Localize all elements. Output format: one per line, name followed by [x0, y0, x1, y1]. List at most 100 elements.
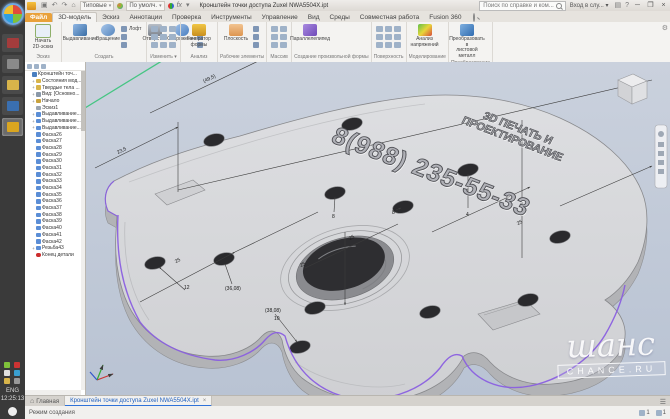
ribbon-button-Выдавливание[interactable]: Выдавливание — [64, 23, 96, 44]
ribbon-small-button[interactable] — [169, 42, 176, 48]
ribbon-group-label[interactable]: Изменить ▾ — [149, 54, 178, 62]
browser-item-Резьба43[interactable]: +Резьба43 — [25, 245, 81, 252]
user-icon[interactable] — [8, 407, 17, 416]
ribbon-small-button[interactable] — [376, 34, 383, 40]
ribbon-group-label[interactable]: Поверхность — [374, 54, 404, 62]
cart-icon[interactable]: ▤ — [614, 1, 621, 10]
ribbon-small-button[interactable] — [121, 33, 141, 41]
browser-item-Фаска34[interactable]: Фаска34 — [25, 185, 81, 192]
browser-filter-icon[interactable] — [34, 64, 39, 69]
taskbar-app-inventor[interactable] — [2, 118, 23, 136]
tray-icon[interactable] — [4, 362, 10, 368]
ribbon-button-Генератор[interactable]: Генератор формы — [183, 23, 215, 49]
browser-item-Фаска28[interactable]: Фаска28 — [25, 145, 81, 152]
browser-item-Вид-Основно-[interactable]: +Вид: [Основно... — [25, 91, 81, 98]
inventor-logo-icon[interactable] — [27, 2, 36, 10]
undo-icon[interactable]: ↶ — [52, 1, 58, 10]
ribbon-group-label[interactable]: Рабочие элементы — [220, 54, 264, 62]
browser-vertical-scrollbar[interactable] — [81, 71, 85, 390]
color-swatch-icon[interactable] — [168, 3, 174, 9]
taskbar-app-red[interactable] — [2, 34, 23, 52]
tray-icon[interactable] — [4, 370, 10, 376]
help-icon[interactable]: ? — [625, 1, 629, 10]
browser-item-Состояния-мод-[interactable]: +Состояния мод... — [25, 78, 81, 85]
ribbon-group-label[interactable]: Создать — [64, 54, 144, 62]
ribbon-small-button[interactable] — [394, 34, 401, 40]
ribbon-button-Параллелепипед[interactable]: Параллелепипед — [294, 23, 326, 44]
close-button[interactable]: × — [657, 1, 670, 10]
language-indicator[interactable]: ENG — [6, 387, 19, 395]
browser-item-Кронштейн-точ-[interactable]: Кронштейн точ... — [25, 71, 81, 78]
browser-item-Фаска29[interactable]: Фаска29 — [25, 151, 81, 158]
browser-item-Твердые-тела-[interactable]: +Твердые тела ... — [25, 84, 81, 91]
ribbon-small-button[interactable] — [121, 41, 141, 49]
ribbon-small-button[interactable] — [253, 25, 261, 33]
browser-item-Фаска27[interactable]: Фаска27 — [25, 138, 81, 145]
ribbon-small-button[interactable] — [253, 41, 261, 49]
ribbon-small-button[interactable] — [169, 34, 176, 40]
ribbon-tab-Эскиз[interactable]: Эскиз — [97, 13, 124, 22]
appearance-icon[interactable] — [117, 3, 123, 9]
browser-item-Фаска36[interactable]: Фаска36 — [25, 198, 81, 205]
browser-item-Фаска38[interactable]: Фаска38 — [25, 211, 81, 218]
ribbon-button-Преобразовать в[interactable]: Преобразовать в листовой металл — [451, 23, 483, 60]
ribbon-tab-Файл[interactable]: Файл — [25, 13, 52, 22]
browser-item-Конец-детали[interactable]: Конец детали — [25, 252, 81, 259]
browser-item-Фаска39[interactable]: Фаска39 — [25, 218, 81, 225]
ribbon-group-label[interactable]: Анализ — [183, 54, 215, 62]
ribbon-small-button[interactable] — [151, 34, 158, 40]
tray-icon[interactable] — [14, 362, 20, 368]
help-search-box[interactable]: Поиск по справке и ком... — [479, 1, 566, 11]
browser-item-Фаска30[interactable]: Фаска30 — [25, 158, 81, 165]
ribbon-group-label[interactable]: Массив — [269, 54, 289, 62]
ribbon-tab-Среды[interactable]: Среды — [325, 13, 355, 22]
ribbon-small-button[interactable] — [394, 26, 401, 32]
browser-horizontal-scrollbar[interactable] — [25, 390, 81, 395]
viewport-3d[interactable]: 3D ПЕЧАТЬ И ПРОЕКТИРОВАНИЕ 8(988) 235-55… — [85, 62, 670, 395]
close-tab-icon[interactable]: × — [203, 398, 207, 404]
ribbon-small-button-Лофт[interactable]: Лофт — [121, 25, 141, 33]
style-dropdown[interactable]: Типовые ▾ — [80, 1, 115, 11]
ribbon-small-button[interactable] — [253, 33, 261, 41]
browser-menu-icon[interactable] — [27, 64, 32, 69]
ribbon-tab-Инструменты[interactable]: Инструменты — [206, 13, 257, 22]
navigation-bar[interactable] — [655, 125, 667, 188]
ribbon-small-button[interactable] — [271, 42, 278, 48]
ribbon-small-button[interactable] — [271, 34, 278, 40]
qat-more-icon[interactable]: ▾ — [186, 1, 190, 10]
ribbon-small-button[interactable] — [169, 26, 176, 32]
tray-icon[interactable] — [14, 370, 20, 376]
gear-icon[interactable]: ⚙ — [662, 24, 668, 32]
ribbon-search-icon[interactable] — [466, 13, 480, 22]
tray-icon[interactable] — [4, 378, 10, 384]
save-icon[interactable]: ▣ — [41, 1, 48, 10]
taskbar-app-folder[interactable] — [2, 76, 23, 94]
taskbar-app-gray[interactable] — [2, 55, 23, 73]
ribbon-small-button[interactable] — [385, 42, 392, 48]
parameters-fx-icon[interactable]: fx — [177, 1, 182, 10]
browser-item-Фаска35[interactable]: Фаска35 — [25, 191, 81, 198]
ribbon-small-button[interactable] — [376, 42, 383, 48]
ribbon-group-label[interactable]: Создание произвольной формы — [294, 54, 369, 62]
browser-item-Выдавливание-[interactable]: +Выдавливание... — [25, 111, 81, 118]
ribbon-tab-Управление[interactable]: Управление — [257, 13, 303, 22]
ribbon-tab-Совместная работа[interactable]: Совместная работа — [355, 13, 424, 22]
redo-icon[interactable]: ↷ — [62, 1, 68, 10]
ribbon-tab-Вид[interactable]: Вид — [303, 13, 325, 22]
browser-search-icon[interactable] — [41, 64, 46, 69]
clock[interactable]: 12:25:13 — [1, 395, 24, 403]
browser-item-Фаска42[interactable]: Фаска42 — [25, 238, 81, 245]
sign-in-link[interactable]: Вход в слу... ▾ — [570, 2, 609, 9]
browser-item-Выдавливание-[interactable]: +Выдавливание... — [25, 118, 81, 125]
ribbon-button-Вращение[interactable]: Вращение — [96, 23, 120, 44]
minimize-button[interactable]: ─ — [631, 1, 644, 10]
ribbon-small-button[interactable] — [394, 42, 401, 48]
browser-item-Фаска32[interactable]: Фаска32 — [25, 171, 81, 178]
ribbon-button-Начать[interactable]: Начать 2D-эскиз — [27, 23, 59, 51]
browser-item-Эскиз1[interactable]: Эскиз1 — [25, 104, 81, 111]
start-button-icon[interactable] — [2, 3, 24, 25]
ribbon-button-Плоскость[interactable]: Плоскость — [220, 23, 252, 44]
browser-item-Начало[interactable]: +Начало — [25, 98, 81, 105]
ribbon-small-button[interactable] — [280, 26, 287, 32]
ribbon-small-button[interactable] — [280, 42, 287, 48]
